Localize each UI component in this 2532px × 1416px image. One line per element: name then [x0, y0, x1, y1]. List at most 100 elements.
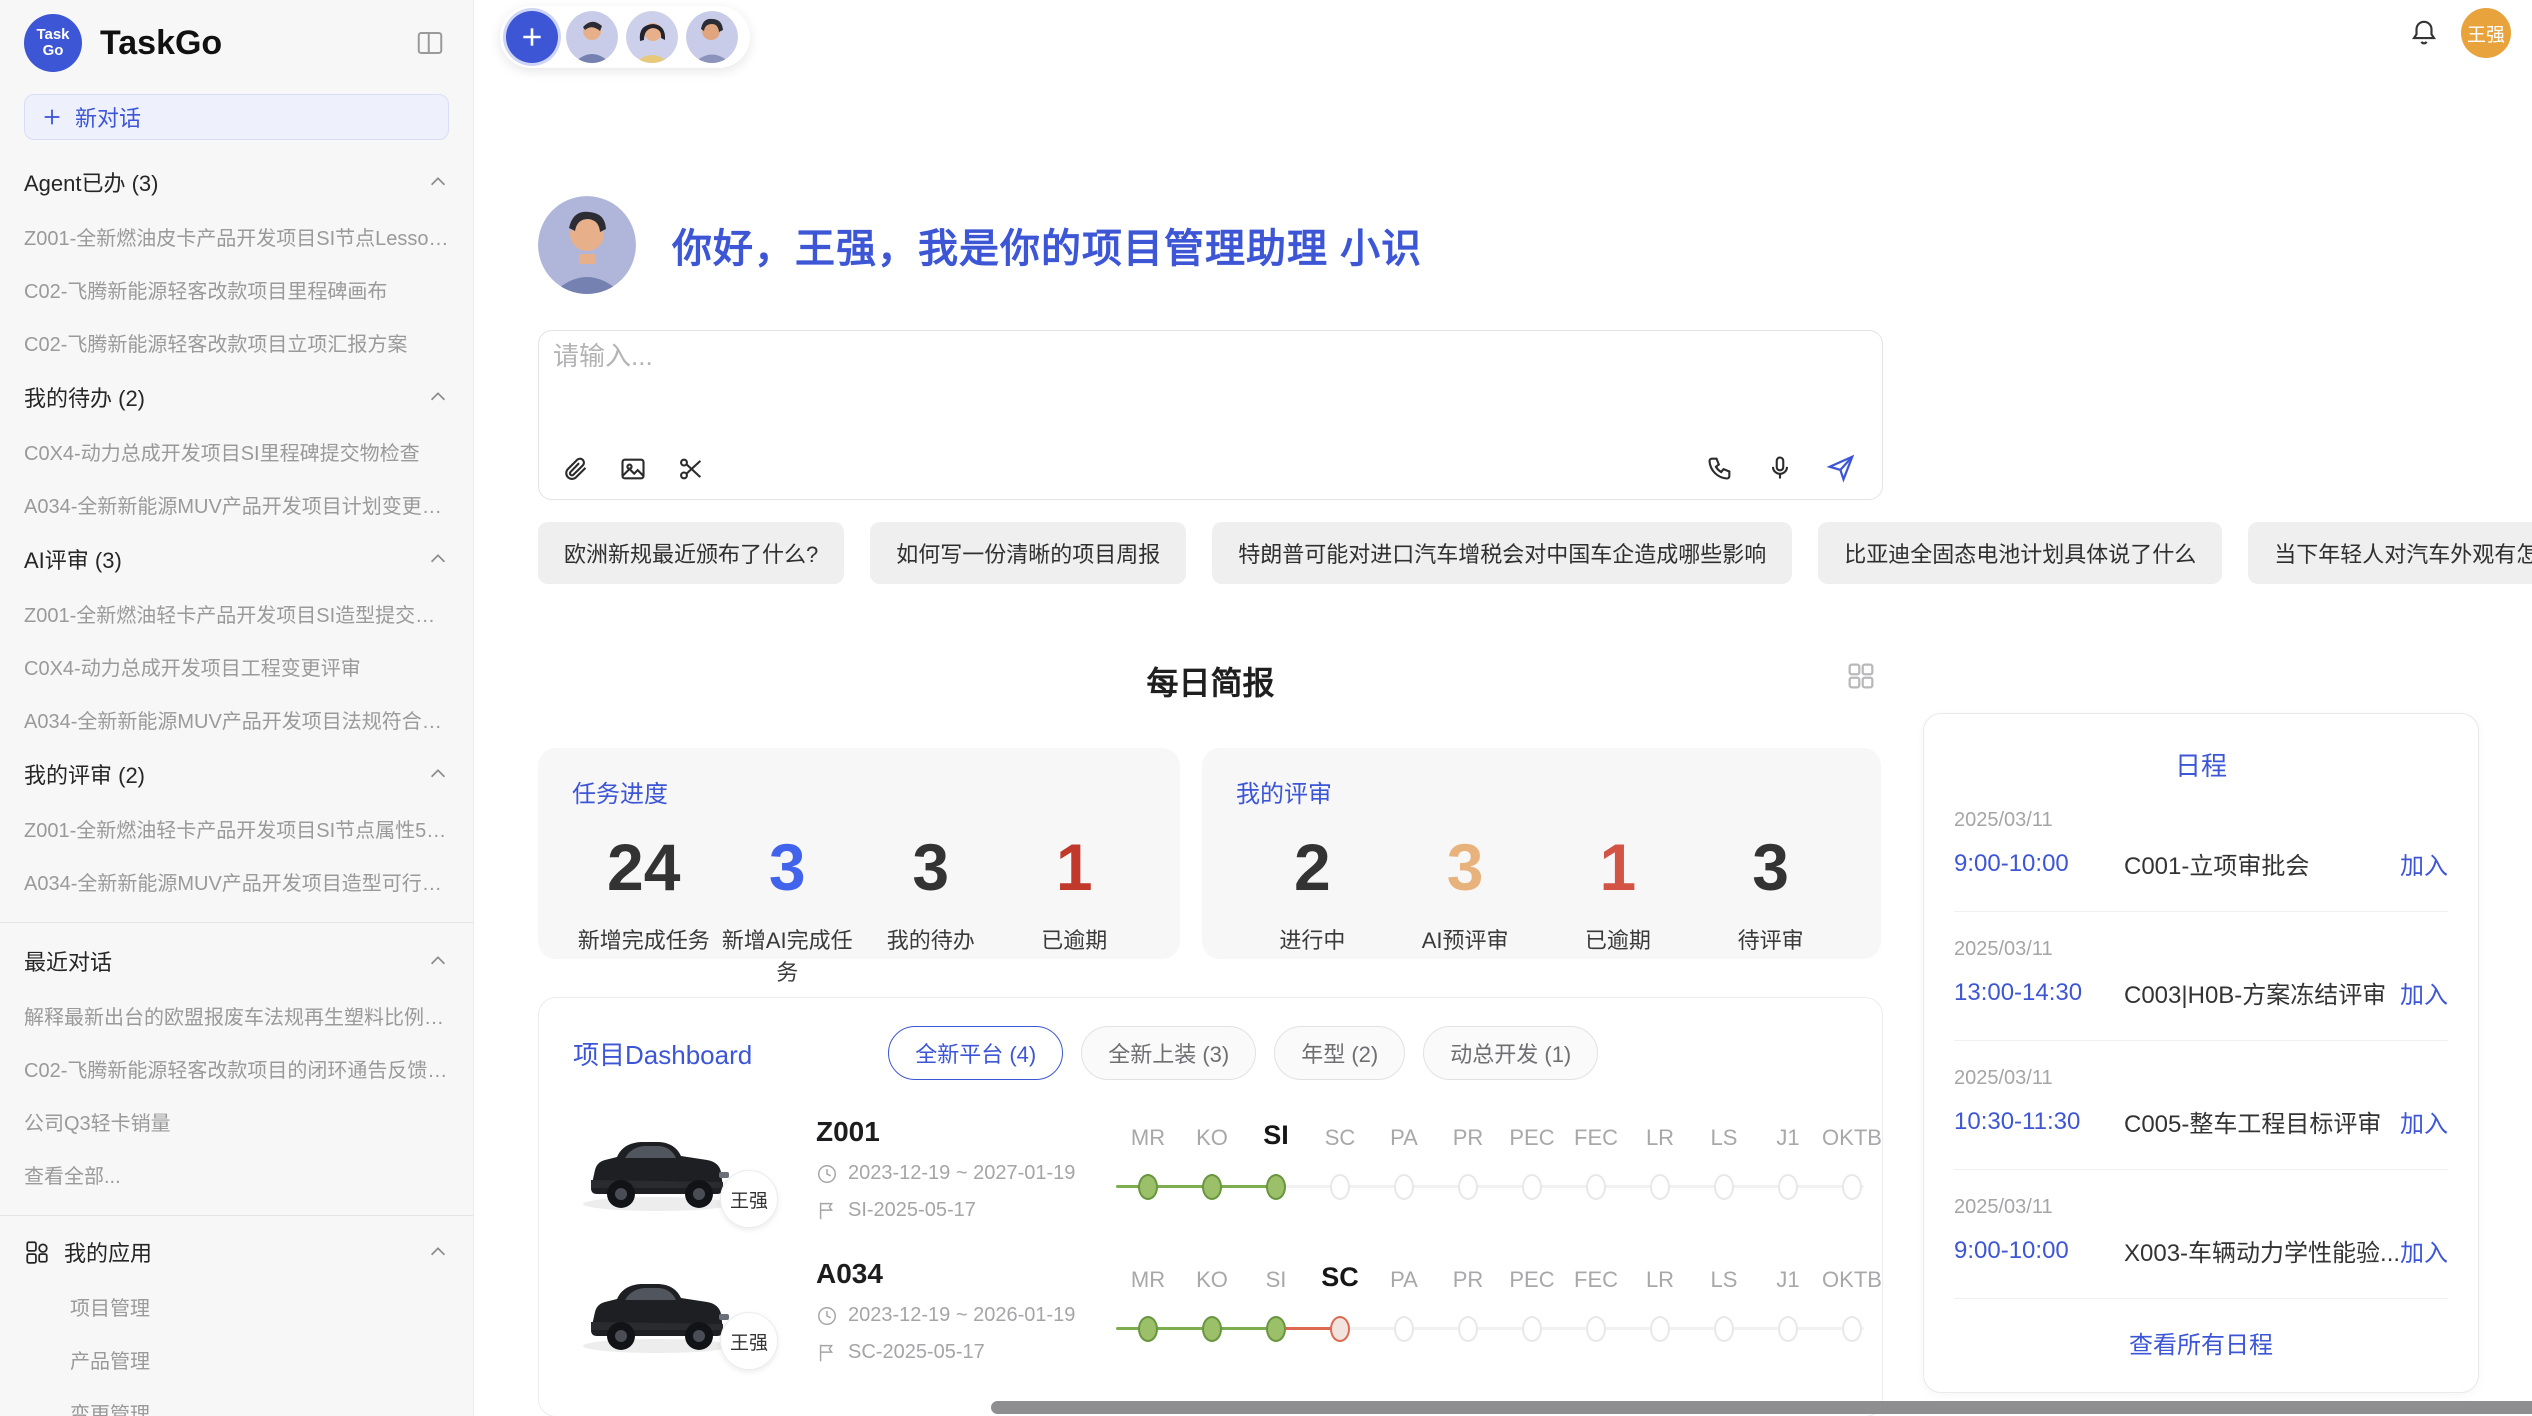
milestone-dot[interactable] [1330, 1174, 1350, 1200]
milestone-track: MRKOSISCPAPRPECFECLRLSJ1OKTB [1116, 1117, 1883, 1221]
plus-icon [41, 106, 63, 128]
milestone-dot[interactable] [1458, 1316, 1478, 1342]
view-all-conversations-link[interactable]: 查看全部... [24, 1160, 449, 1189]
milestone-dot[interactable] [1842, 1174, 1862, 1200]
stat-grid: 24新增完成任务3新增AI完成任务3我的待办1已逾期 [572, 821, 1146, 987]
project-dates-row: 2023-12-19 ~ 2027-01-19 [816, 1162, 1116, 1185]
user-avatar[interactable]: 王强 [2461, 8, 2511, 58]
recent-conversation-item[interactable]: C02-飞腾新能源轻客改款项目的闭环通告反馈情况 [24, 1054, 449, 1083]
sidebar-task-item[interactable]: A034-全新新能源MUV产品开发项目计划变更表编写 [24, 490, 449, 519]
join-link[interactable]: 加入 [2400, 1104, 2448, 1139]
divider [0, 1215, 473, 1216]
milestone-dot[interactable] [1586, 1316, 1606, 1342]
milestone-dot[interactable] [1778, 1174, 1798, 1200]
app-item[interactable]: 项目管理 [70, 1292, 449, 1321]
sidebar-section-header[interactable]: 我的待办 (2) [24, 381, 449, 413]
image-upload-icon[interactable] [619, 455, 647, 483]
sidebar-task-item[interactable]: A034-全新新能源MUV产品开发项目法规符合性评审 [24, 705, 449, 734]
session-avatar[interactable] [566, 11, 618, 63]
milestone-dot[interactable] [1266, 1316, 1286, 1342]
chevron-up-icon[interactable] [427, 386, 449, 408]
milestone-dot[interactable] [1650, 1316, 1670, 1342]
sidebar-task-item[interactable]: Z001-全新燃油轻卡产品开发项目SI造型提交物评审 [24, 599, 449, 628]
layout-grid-icon[interactable] [1845, 660, 1877, 692]
phone-call-icon[interactable] [1706, 454, 1734, 482]
session-avatar[interactable] [626, 11, 678, 63]
milestone-dot[interactable] [1138, 1316, 1158, 1342]
milestone-dot[interactable] [1522, 1316, 1542, 1342]
chevron-up-icon[interactable] [427, 950, 449, 972]
milestone-dot[interactable] [1778, 1316, 1798, 1342]
join-link[interactable]: 加入 [2400, 1233, 2448, 1268]
milestone-dot[interactable] [1394, 1174, 1414, 1200]
view-all-schedule-link[interactable]: 查看所有日程 [1954, 1299, 2448, 1374]
paperclip-icon[interactable] [561, 455, 589, 483]
sidebar-task-item[interactable]: Z001-全新燃油皮卡产品开发项目SI节点Lesson Learn报告 [24, 222, 449, 251]
schedule-items: 2025/03/119:00-10:00C001-立项审批会加入2025/03/… [1954, 783, 2448, 1299]
recent-conversation-item[interactable]: 公司Q3轻卡销量 [24, 1107, 449, 1136]
milestone-dot[interactable] [1266, 1174, 1286, 1200]
schedule-event-title: C003|H0B-方案冻结评审 [2124, 975, 2400, 1010]
sidebar-collapse-icon[interactable] [415, 28, 445, 58]
join-link[interactable]: 加入 [2400, 975, 2448, 1010]
milestone-dot[interactable] [1650, 1174, 1670, 1200]
owner-badge: 王强 [720, 1170, 778, 1228]
milestone-dot[interactable] [1202, 1174, 1222, 1200]
chevron-up-icon[interactable] [427, 548, 449, 570]
my-apps-header[interactable]: 我的应用 [24, 1236, 449, 1268]
milestone-dot[interactable] [1458, 1174, 1478, 1200]
suggestion-chip[interactable]: 比亚迪全固态电池计划具体说了什么 [1818, 522, 2222, 584]
sidebar-task-item[interactable]: C02-飞腾新能源轻客改款项目里程碑画布 [24, 275, 449, 304]
recent-conversations-header[interactable]: 最近对话 [24, 945, 449, 977]
milestone-dot[interactable] [1714, 1316, 1734, 1342]
milestone-dot[interactable] [1842, 1316, 1862, 1342]
sidebar: Task Go TaskGo 新对话 Agent已办 (3)Z001-全新燃油皮… [0, 0, 474, 1416]
milestone-label: LS [1692, 1125, 1756, 1151]
sidebar-task-item[interactable]: A034-全新新能源MUV产品开发项目造型可行性评审 [24, 867, 449, 896]
chevron-up-icon[interactable] [427, 171, 449, 193]
chevron-up-icon[interactable] [427, 763, 449, 785]
microphone-icon[interactable] [1766, 454, 1794, 482]
suggestion-chip[interactable]: 特朗普可能对进口汽车增税会对中国车企造成哪些影响 [1212, 522, 1792, 584]
chevron-up-icon[interactable] [427, 1241, 449, 1263]
filter-chip[interactable]: 全新平台 (4) [888, 1026, 1063, 1080]
milestone-dot[interactable] [1522, 1174, 1542, 1200]
new-session-button[interactable] [506, 11, 558, 63]
join-link[interactable]: 加入 [2400, 846, 2448, 881]
recent-conversation-item[interactable]: 解释最新出台的欧盟报废车法规再生塑料比例被调至15%... [24, 1001, 449, 1030]
section-label: 我的评审 (2) [24, 758, 145, 790]
section-label: Agent已办 (3) [24, 166, 159, 198]
send-icon[interactable] [1826, 453, 1856, 483]
milestone-dot[interactable] [1714, 1174, 1734, 1200]
milestone-label: MR [1116, 1125, 1180, 1151]
sidebar-section-header[interactable]: 我的评审 (2) [24, 758, 449, 790]
app-item[interactable]: 变更管理 [70, 1398, 449, 1416]
sidebar-task-item[interactable]: Z001-全新燃油轻卡产品开发项目SI节点属性5D文件评审 [24, 814, 449, 843]
horizontal-scrollbar[interactable] [991, 1401, 2532, 1414]
schedule-item: 2025/03/1110:30-11:30C005-整车工程目标评审加入 [1954, 1041, 2448, 1170]
suggestion-chip[interactable]: 欧洲新规最近颁布了什么? [538, 522, 844, 584]
stat-value: 1 [1542, 821, 1695, 913]
new-chat-button[interactable]: 新对话 [24, 94, 449, 140]
session-avatar[interactable] [686, 11, 738, 63]
sidebar-task-item[interactable]: C0X4-动力总成开发项目SI里程碑提交物检查 [24, 437, 449, 466]
app-item[interactable]: 产品管理 [70, 1345, 449, 1374]
suggestion-chip[interactable]: 当下年轻人对汽车外观有怎样的喜好趋势 [2248, 522, 2532, 584]
filter-chip[interactable]: 年型 (2) [1274, 1026, 1405, 1080]
project-row: 王强A0342023-12-19 ~ 2026-01-19SC-2025-05-… [573, 1258, 1848, 1364]
notification-bell-icon[interactable] [2409, 18, 2439, 48]
sidebar-task-item[interactable]: C0X4-动力总成开发项目工程变更评审 [24, 652, 449, 681]
milestone-dot[interactable] [1330, 1316, 1350, 1342]
sidebar-task-item[interactable]: C02-飞腾新能源轻客改款项目立项汇报方案 [24, 328, 449, 357]
scissors-icon[interactable] [677, 455, 705, 483]
filter-chip[interactable]: 动总开发 (1) [1423, 1026, 1598, 1080]
sidebar-section-header[interactable]: AI评审 (3) [24, 543, 449, 575]
milestone-dot[interactable] [1394, 1316, 1414, 1342]
milestone-dot[interactable] [1138, 1174, 1158, 1200]
suggestion-chip[interactable]: 如何写一份清晰的项目周报 [870, 522, 1186, 584]
milestone-dot[interactable] [1202, 1316, 1222, 1342]
filter-chip[interactable]: 全新上装 (3) [1081, 1026, 1256, 1080]
chat-input[interactable] [553, 341, 1359, 372]
milestone-dot[interactable] [1586, 1174, 1606, 1200]
sidebar-section-header[interactable]: Agent已办 (3) [24, 166, 449, 198]
